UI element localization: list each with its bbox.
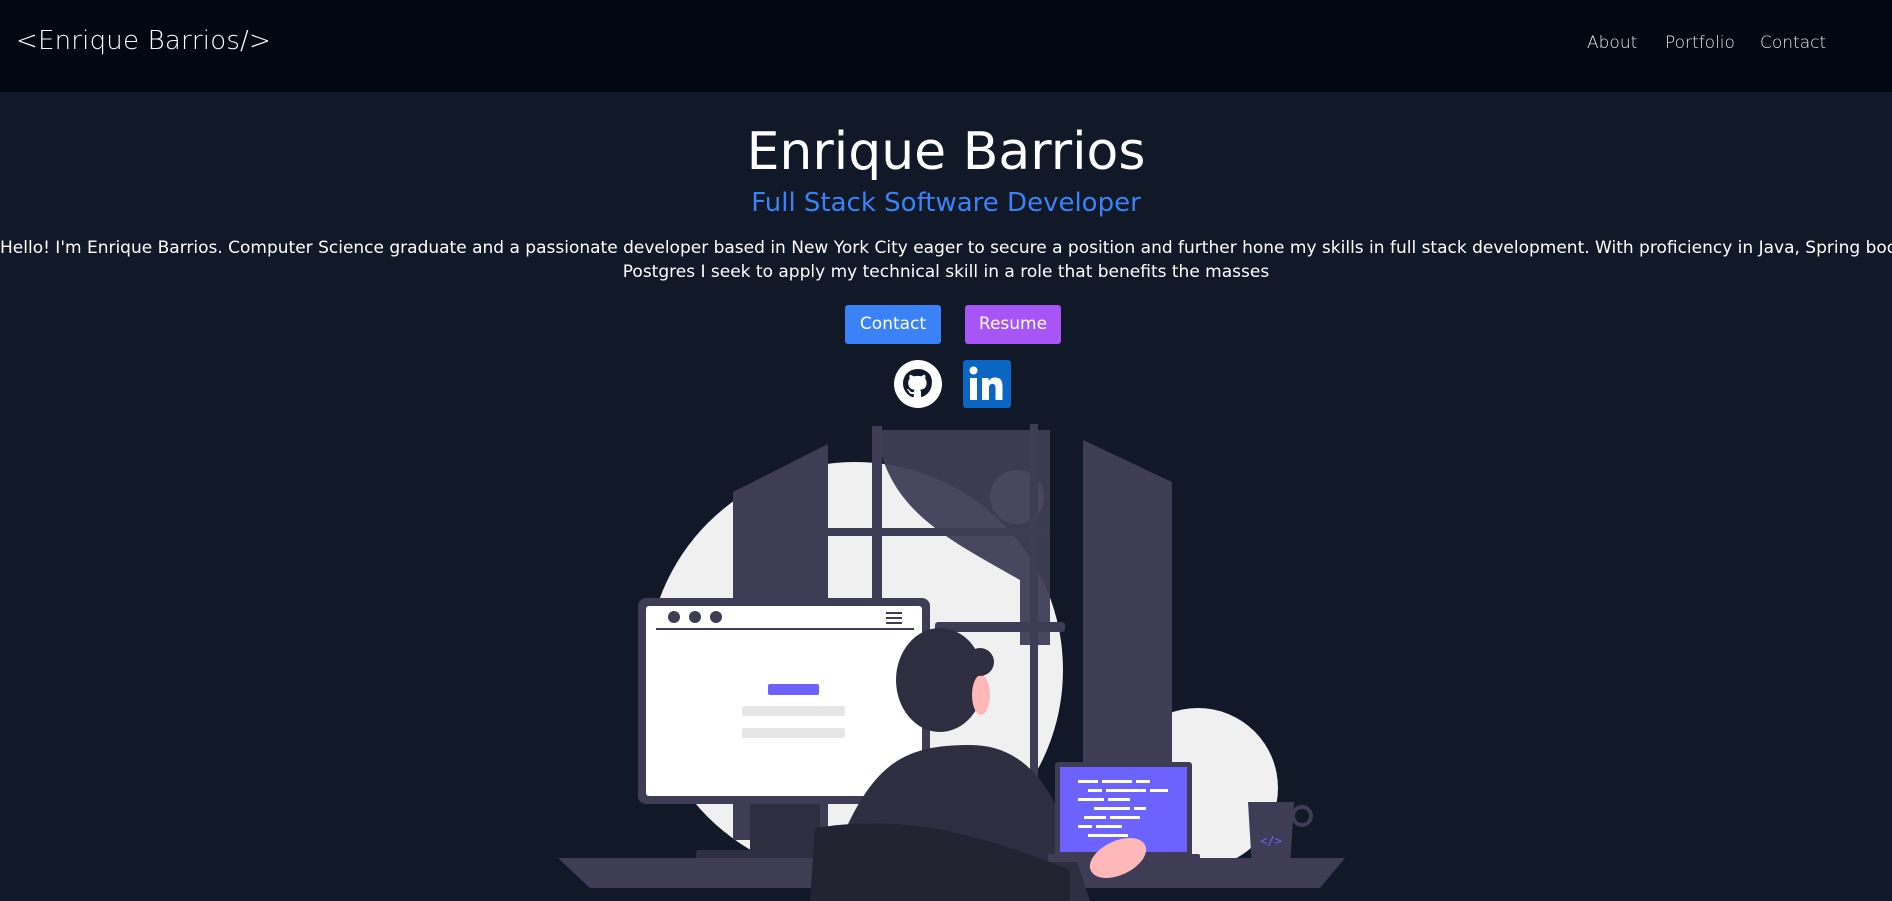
resume-button[interactable]: Resume (965, 305, 1061, 344)
nav-link-portfolio[interactable]: Portfolio (1665, 33, 1735, 53)
hero-description: Hello! I'm Enrique Barrios. Computer Sci… (0, 236, 1892, 284)
github-icon[interactable] (894, 360, 942, 408)
nav-link-contact[interactable]: Contact (1760, 33, 1826, 53)
hero-subtitle: Full Stack Software Developer (751, 188, 1141, 218)
brand-logo[interactable]: <Enrique Barrios/> (16, 26, 271, 56)
developer-illustration: </> (558, 424, 1345, 901)
nav-link-about[interactable]: About (1587, 33, 1637, 53)
hero-title: Enrique Barrios (746, 122, 1146, 182)
linkedin-icon[interactable] (963, 360, 1011, 408)
hero-description-line-1: Hello! I'm Enrique Barrios. Computer Sci… (0, 238, 1892, 258)
navbar: <Enrique Barrios/> About Portfolio Conta… (0, 0, 1892, 92)
hero-description-line-2: Postgres I seek to apply my technical sk… (622, 262, 1270, 282)
contact-button[interactable]: Contact (845, 305, 941, 344)
svg-text:</>: </> (1260, 834, 1282, 848)
